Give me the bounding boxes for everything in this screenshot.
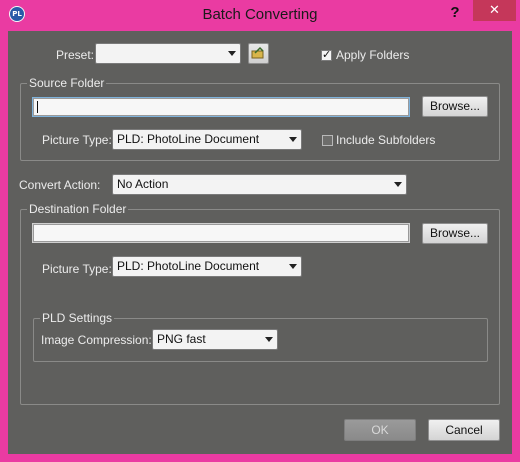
close-button[interactable]: ✕: [473, 0, 516, 21]
source-folder-title: Source Folder: [27, 76, 107, 90]
cancel-button[interactable]: Cancel: [428, 419, 500, 441]
apply-folders-label: Apply Folders: [336, 48, 410, 62]
destination-folder-group: Destination Folder Browse... Picture Typ…: [20, 202, 500, 405]
image-compression-label: Image Compression:: [41, 333, 152, 347]
chevron-down-icon: [228, 51, 236, 56]
chevron-down-icon: [289, 264, 297, 269]
source-folder-group: Source Folder Browse... Picture Type: PL…: [20, 76, 500, 161]
destination-browse-button[interactable]: Browse...: [422, 223, 488, 244]
source-path-input[interactable]: [32, 97, 410, 117]
ok-button[interactable]: OK: [344, 419, 416, 441]
include-subfolders-checkbox[interactable]: [322, 135, 333, 146]
convert-action-label: Convert Action:: [19, 178, 101, 192]
destination-picture-type-label: Picture Type:: [42, 262, 112, 276]
destination-folder-title: Destination Folder: [27, 202, 129, 216]
source-picture-type-combo[interactable]: PLD: PhotoLine Document: [112, 129, 302, 150]
batch-converting-window: PL Batch Converting ? ✕ Preset: ✓ Apply …: [0, 0, 520, 462]
help-button[interactable]: ?: [440, 4, 470, 22]
load-preset-button[interactable]: [248, 43, 269, 64]
load-preset-icon: [251, 46, 264, 59]
chevron-down-icon: [289, 137, 297, 142]
apply-folders-checkbox[interactable]: ✓: [321, 48, 332, 61]
destination-path-input[interactable]: [32, 223, 410, 243]
source-picture-type-label: Picture Type:: [42, 133, 112, 147]
pld-settings-group: PLD Settings Image Compression: PNG fast: [33, 311, 488, 362]
destination-picture-type-combo[interactable]: PLD: PhotoLine Document: [112, 256, 302, 277]
convert-action-combo[interactable]: No Action: [112, 174, 407, 195]
source-browse-button[interactable]: Browse...: [422, 96, 488, 117]
preset-label: Preset:: [56, 48, 95, 62]
pld-settings-title: PLD Settings: [40, 311, 115, 325]
preset-combo[interactable]: [95, 43, 241, 64]
image-compression-combo[interactable]: PNG fast: [152, 329, 278, 350]
chevron-down-icon: [265, 337, 273, 342]
include-subfolders-label: Include Subfolders: [336, 133, 436, 147]
checkmark-icon: ✓: [322, 48, 332, 61]
dialog-body: Preset: ✓ Apply Folders Source Folder Br…: [8, 31, 512, 454]
chevron-down-icon: [394, 182, 402, 187]
text-caret: [37, 101, 38, 113]
title-bar[interactable]: PL Batch Converting ? ✕: [0, 0, 520, 30]
